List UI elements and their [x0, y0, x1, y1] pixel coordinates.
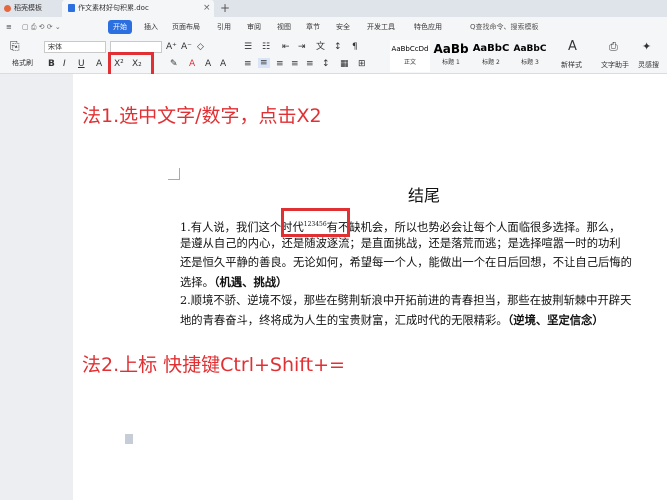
menu-hamburger-icon[interactable]: ≡ — [6, 20, 12, 34]
format-painter-button[interactable]: 格式刷 — [12, 58, 33, 68]
char-border-icon[interactable]: A — [220, 59, 226, 69]
inspiration-icon: ✦ — [642, 40, 652, 53]
quick-access-icons[interactable]: ▢ ⎙ ⟲ ⟳ ⌄ — [22, 20, 61, 34]
align-left-icon[interactable]: ≡ — [244, 59, 252, 69]
paragraph-1-line-4[interactable]: 选择。（机遇、挑战） — [180, 274, 287, 291]
style-heading-1-sample: AaBb — [433, 42, 469, 56]
paragraph-2-line-1[interactable]: 2.顺境不骄、逆境不馁，那些在劈荆斩浪中开拓前进的青春担当，那些在披荆斩棘中开辟… — [180, 293, 631, 309]
tab-document[interactable]: 作文素材好句积累.doc — [62, 0, 214, 17]
shading-icon[interactable]: ▦ — [340, 59, 349, 69]
paragraph-marker-icon — [125, 434, 133, 444]
line6-keywords: （逆境、坚定信念） — [507, 313, 604, 327]
style-heading-2-sample: AaBbC — [472, 43, 510, 54]
align-right-icon[interactable]: ≡ — [276, 59, 284, 69]
menu-references[interactable]: 引用 — [217, 20, 231, 34]
daoke-logo-icon — [4, 4, 11, 12]
strikethrough-icon[interactable]: A — [96, 59, 102, 69]
text-effect-icon[interactable]: ✎ — [170, 59, 178, 69]
method-1-annotation: 法1.选中文字/数字，点击X2 — [82, 105, 322, 127]
show-marks-icon[interactable]: ¶ — [352, 42, 358, 52]
bold-button[interactable]: B — [48, 59, 55, 69]
underline-button[interactable]: U — [78, 59, 85, 69]
menu-insert[interactable]: 插入 — [144, 20, 158, 34]
numbered-list-icon[interactable]: ☷ — [262, 42, 270, 52]
decrease-indent-icon[interactable]: ⇤ — [282, 42, 290, 52]
increase-indent-icon[interactable]: ⇥ — [298, 42, 306, 52]
style-normal[interactable]: AaBbCcDd 正文 — [390, 40, 430, 72]
word-doc-icon — [68, 4, 75, 12]
line4-keywords: （机遇、挑战） — [213, 275, 288, 289]
tab-document-label: 作文素材好句积累.doc — [78, 4, 149, 12]
menu-security[interactable]: 安全 — [336, 20, 350, 34]
new-style-icon: A — [568, 39, 577, 54]
style-heading-2[interactable]: AaBbC 标题 2 — [472, 40, 510, 72]
style-normal-sample: AaBbCcDd — [391, 45, 429, 53]
superscript-text-highlight-box — [281, 208, 350, 237]
document-margin — [0, 74, 73, 500]
paragraph-1-line-2[interactable]: 是遵从自己的内心，还是随波逐流；是直面挑战，还是落荒而逃；是选择喧嚣一时的功利 — [180, 236, 621, 252]
justify-icon[interactable]: ≡ — [291, 59, 299, 69]
tab-bar: 稻壳模板 作文素材好句积累.doc × + — [0, 0, 667, 17]
margin-corner-mark — [168, 168, 180, 180]
style-heading-1-label: 标题 1 — [442, 59, 460, 66]
menu-view[interactable]: 视图 — [277, 20, 291, 34]
menu-page-layout[interactable]: 页面布局 — [172, 20, 200, 34]
grow-font-button[interactable]: A⁺ — [166, 42, 177, 52]
distribute-icon[interactable]: ≡ — [306, 59, 314, 69]
font-name-select[interactable]: 宋体 — [44, 41, 106, 53]
bullet-list-icon[interactable]: ☰ — [244, 42, 252, 52]
document-page — [73, 74, 667, 500]
style-heading-1[interactable]: AaBb 标题 1 — [432, 40, 470, 72]
menu-developer[interactable]: 开发工具 — [367, 20, 395, 34]
align-center-icon[interactable]: ≡ — [258, 58, 270, 68]
line1-text-b: 有不缺机会，所以也势必会让每个人面临很多选择。那么， — [326, 221, 621, 234]
menu-bar: ≡ ▢ ⎙ ⟲ ⟳ ⌄ 开始 插入 页面布局 引用 审阅 视图 章节 安全 开发… — [0, 17, 667, 37]
text-tools-button[interactable]: 文字助手 — [601, 60, 629, 70]
style-heading-3-label: 标题 3 — [521, 59, 539, 66]
shrink-font-button[interactable]: A⁻ — [181, 42, 192, 52]
tab-home-label: 稻壳模板 — [14, 4, 42, 12]
new-tab-icon[interactable]: + — [220, 0, 230, 17]
new-style-button[interactable]: 新样式 — [561, 60, 582, 70]
line6-text: 地的青春奋斗，终将成为人生的宝贵财富，汇成时代的无限精彩。 — [180, 314, 508, 327]
command-search[interactable]: Q查找命令、搜索模板 — [470, 20, 539, 34]
style-heading-3-sample: AaBbC — [513, 44, 547, 54]
italic-button[interactable]: I — [63, 59, 66, 69]
menu-review[interactable]: 审阅 — [247, 20, 261, 34]
font-color-icon[interactable]: A — [189, 59, 195, 69]
clear-format-icon[interactable]: ◇ — [197, 42, 204, 52]
text-tools-icon: ⎙ — [609, 40, 618, 53]
menu-special-apps[interactable]: 特色应用 — [414, 20, 442, 34]
char-shading-icon[interactable]: A — [205, 59, 211, 69]
document-heading: 结尾 — [408, 186, 441, 205]
paragraph-1-line-3[interactable]: 还是恒久平静的善良。无论如何，希望每一个人，能做出一个在日后回想，不让自己后悔的 — [180, 255, 632, 271]
tab-home-template[interactable]: 稻壳模板 — [0, 0, 62, 17]
close-tab-icon[interactable]: × — [203, 0, 211, 17]
paragraph-1-line-1[interactable]: 1.有人说，我们这个时代123456有不缺机会，所以也势必会让每个人面临很多选择… — [180, 217, 620, 236]
style-heading-3[interactable]: AaBbC 标题 3 — [510, 40, 550, 72]
ribbon-toolbar: ⎘ 格式刷 宋体 A⁺ A⁻ ◇ B I U A X² X₂ ✎ A A A ☰… — [0, 37, 667, 74]
paste-icon[interactable]: ⎘ — [10, 40, 20, 52]
paragraph-2-line-2[interactable]: 地的青春奋斗，终将成为人生的宝贵财富，汇成时代的无限精彩。（逆境、坚定信念） — [180, 312, 604, 329]
chinese-layout-icon[interactable]: 文 — [316, 42, 325, 52]
style-normal-label: 正文 — [403, 59, 416, 66]
line4-text: 选择。 — [180, 276, 214, 289]
inspiration-button[interactable]: 灵感搜 — [638, 60, 659, 70]
border-icon[interactable]: ⊞ — [358, 59, 366, 69]
sort-icon[interactable]: ↕ — [334, 42, 342, 52]
menu-start[interactable]: 开始 — [108, 20, 132, 34]
method-2-annotation: 法2.上标 快捷键Ctrl+Shift+= — [82, 354, 345, 376]
style-heading-2-label: 标题 2 — [482, 59, 500, 66]
menu-chapter[interactable]: 章节 — [306, 20, 320, 34]
line-spacing-icon[interactable]: ↕ — [322, 59, 330, 69]
